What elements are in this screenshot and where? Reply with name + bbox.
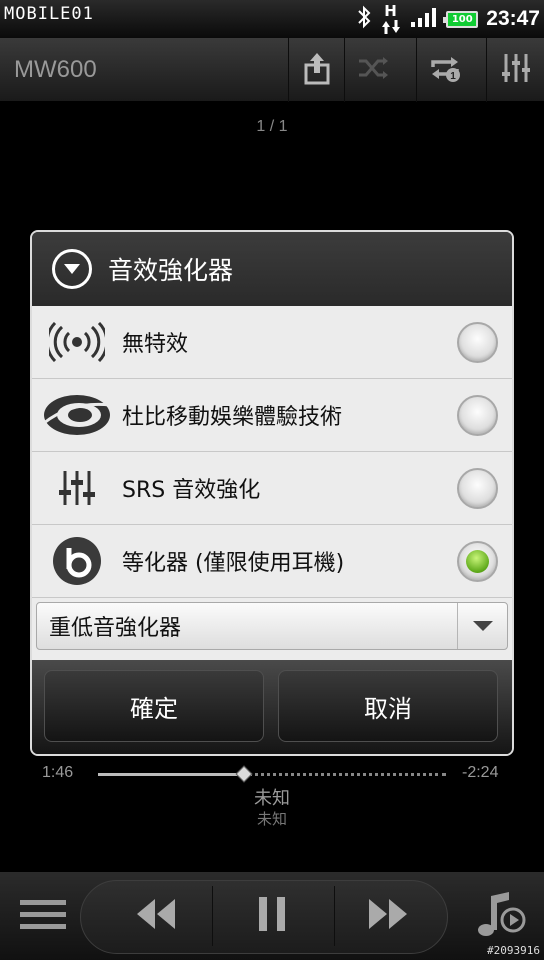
image-number: #2093916 bbox=[487, 944, 540, 957]
seek-handle[interactable] bbox=[235, 765, 253, 783]
dialog-title: 音效強化器 bbox=[108, 256, 234, 285]
library-icon bbox=[475, 890, 527, 942]
radio-button[interactable] bbox=[457, 468, 498, 509]
sliders-icon bbox=[32, 452, 122, 525]
status-icons: H 100 23:47 bbox=[356, 0, 540, 38]
ok-button[interactable]: 確定 bbox=[44, 670, 264, 742]
brand-watermark: MOBILE01 bbox=[4, 4, 94, 24]
preset-select[interactable]: 重低音強化器 bbox=[36, 602, 508, 650]
share-button[interactable] bbox=[288, 38, 344, 102]
pause-button[interactable] bbox=[222, 872, 322, 960]
album-name: 未知 bbox=[256, 810, 287, 828]
pause-icon bbox=[257, 895, 287, 937]
status-bar: MOBILE01 H 100 23:47 bbox=[0, 0, 544, 38]
dialog-header: 音效強化器 bbox=[32, 232, 512, 306]
share-icon bbox=[303, 51, 331, 89]
shuffle-button[interactable] bbox=[344, 38, 400, 102]
data-arrows-icon: H bbox=[380, 2, 402, 36]
previous-button[interactable] bbox=[110, 872, 200, 960]
menu-button[interactable] bbox=[12, 872, 74, 960]
app-bar: MW600 1 bbox=[0, 38, 544, 102]
next-icon bbox=[367, 897, 411, 935]
signal-icon bbox=[410, 6, 438, 32]
chevron-down-icon bbox=[457, 603, 507, 649]
app-title: MW600 bbox=[14, 56, 97, 83]
dropdown-circle-icon bbox=[52, 249, 92, 289]
artist-name: 未知 bbox=[254, 788, 290, 809]
previous-icon bbox=[133, 897, 177, 935]
beats-icon bbox=[32, 525, 122, 598]
svg-text:1: 1 bbox=[450, 71, 456, 82]
bluetooth-icon bbox=[356, 5, 372, 33]
divider bbox=[334, 886, 335, 946]
remaining-time: -2:24 bbox=[462, 764, 499, 781]
battery-level: 100 bbox=[451, 13, 473, 25]
radio-button[interactable] bbox=[457, 395, 498, 436]
radio-button[interactable] bbox=[457, 322, 498, 363]
equalizer-icon bbox=[501, 52, 531, 88]
shuffle-icon bbox=[357, 55, 389, 85]
elapsed-time: 1:46 bbox=[42, 764, 74, 781]
equalizer-button[interactable] bbox=[486, 38, 544, 102]
clock: 23:47 bbox=[486, 7, 540, 30]
option-none[interactable]: 無特效 bbox=[32, 306, 512, 379]
repeat-one-icon: 1 bbox=[427, 53, 463, 87]
option-equalizer[interactable]: 等化器 (僅限使用耳機) bbox=[32, 525, 512, 598]
cancel-button[interactable]: 取消 bbox=[278, 670, 498, 742]
enhancer-options: 無特效 杜比移動娛樂體驗技術 SRS 音效強化 等化器 (僅限使用耳機) 重低音… bbox=[32, 306, 512, 664]
network-type-label: H bbox=[384, 2, 397, 20]
preset-value: 重低音強化器 bbox=[49, 616, 182, 641]
playlist-position: 1 / 1 bbox=[256, 118, 288, 135]
option-dolby[interactable]: 杜比移動娛樂體驗技術 bbox=[32, 379, 512, 452]
next-button[interactable] bbox=[344, 872, 434, 960]
playback-controls bbox=[0, 872, 544, 960]
option-label: SRS 音效強化 bbox=[122, 478, 261, 503]
option-srs[interactable]: SRS 音效強化 bbox=[32, 452, 512, 525]
divider bbox=[212, 886, 213, 946]
option-label: 無特效 bbox=[122, 332, 189, 357]
sound-enhancer-dialog: 音效強化器 無特效 杜比移動娛樂體驗技術 SRS 音效強化 等化器 (僅限使用耳… bbox=[30, 230, 514, 756]
seek-progress bbox=[98, 773, 245, 776]
option-label: 等化器 (僅限使用耳機) bbox=[122, 551, 345, 576]
preset-row: 重低音強化器 bbox=[32, 598, 512, 664]
dialog-footer: 確定 取消 bbox=[32, 660, 512, 754]
option-label: 杜比移動娛樂體驗技術 bbox=[122, 405, 343, 430]
radio-button-selected[interactable] bbox=[457, 541, 498, 582]
battery-icon: 100 bbox=[443, 10, 479, 28]
menu-icon bbox=[20, 898, 66, 934]
dolby-icon bbox=[32, 379, 122, 452]
surround-waves-icon bbox=[32, 306, 122, 379]
repeat-one-button[interactable]: 1 bbox=[416, 38, 472, 102]
